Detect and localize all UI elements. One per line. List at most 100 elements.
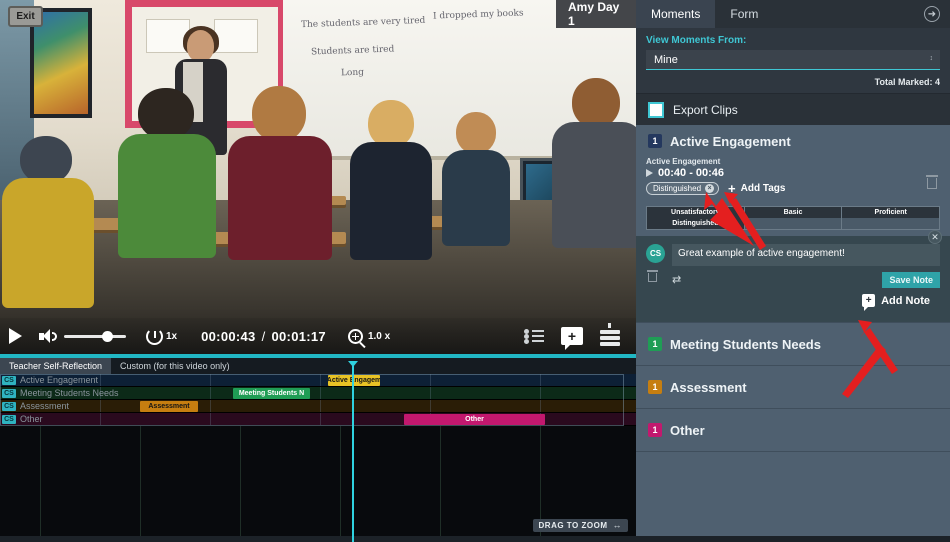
- section-header-active-engagement[interactable]: 1 Active Engagement: [636, 125, 950, 157]
- player-controls: 1x 00:00:43 / 00:01:17 1.0 x +: [0, 318, 636, 354]
- zoom-in-icon: [347, 328, 366, 348]
- zoom-control[interactable]: 1.0 x: [347, 328, 391, 348]
- zoom-level-label: 1.0 x: [367, 330, 391, 342]
- view-moments-from-value: Mine: [654, 53, 678, 66]
- moment-category: Active Engagement: [646, 157, 721, 166]
- moments-panel: Moments Form ➜ View Moments From: Mine ↕…: [636, 0, 950, 536]
- moment-time-row: 00:40 - 00:46: [646, 167, 940, 179]
- section-count-badge: 1: [648, 337, 662, 351]
- timeline-tabs: Teacher Self-Reflection Custom (for this…: [0, 358, 636, 374]
- chevron-updown-icon: ↕: [929, 55, 934, 63]
- timeline-clip[interactable]: Other: [404, 414, 545, 425]
- section-header-other[interactable]: 1 Other: [636, 409, 950, 451]
- section-header-meeting-students-needs[interactable]: 1 Meeting Students Needs: [636, 323, 950, 365]
- moment-time-range: 00:40 - 00:46: [658, 167, 725, 179]
- add-tags-button[interactable]: + Add Tags: [728, 182, 785, 195]
- close-note-icon[interactable]: ✕: [928, 230, 942, 244]
- tab-form[interactable]: Form: [715, 0, 773, 28]
- section-count-badge: 1: [648, 380, 662, 394]
- timeline-clip[interactable]: Active Engagem: [328, 375, 380, 386]
- panel-tabs: Moments Form ➜: [636, 0, 950, 28]
- time-separator: /: [261, 328, 266, 344]
- collapse-panel-icon[interactable]: ➜: [924, 6, 940, 22]
- tracks-layers-icon[interactable]: [600, 323, 620, 346]
- export-clips-row[interactable]: Export Clips: [636, 93, 950, 125]
- moment-tag-row: Distinguished × + Add Tags: [646, 182, 940, 195]
- drag-arrows-icon: ↔: [612, 520, 622, 530]
- drag-to-zoom-button[interactable]: DRAG TO ZOOM ↔: [532, 519, 628, 532]
- timeline-gridline: [430, 374, 431, 386]
- whiteboard-line: The students are very tired: [300, 15, 426, 31]
- add-tags-label: Add Tags: [740, 183, 786, 194]
- play-button[interactable]: [0, 328, 22, 344]
- section-header-assessment[interactable]: 1 Assessment: [636, 366, 950, 408]
- timeline-row[interactable]: CS Other Other: [0, 413, 636, 426]
- playback-speed-control[interactable]: 1x: [146, 327, 178, 345]
- section-other: 1 Other: [636, 409, 950, 452]
- add-note-button[interactable]: + Add Note: [646, 288, 940, 314]
- playback-speed-label: 1x: [166, 330, 178, 342]
- whiteboard-line: Long: [340, 67, 365, 79]
- section-title: Other: [670, 422, 705, 438]
- timeline-tab-teacher-self-reflection[interactable]: Teacher Self-Reflection: [0, 358, 112, 374]
- volume-knob[interactable]: [102, 330, 113, 342]
- delete-note-icon[interactable]: [647, 270, 658, 282]
- export-clips-label: Export Clips: [673, 102, 738, 117]
- volume-icon[interactable]: [22, 328, 57, 344]
- timeline-row-label: Meeting Students Needs: [20, 388, 119, 398]
- player-right-controls: +: [524, 323, 636, 350]
- timeline-row[interactable]: CS Active Engagement Active Engagem: [0, 374, 636, 387]
- rubric-cell-unsatisfactory[interactable]: Unsatisfactory: [647, 207, 745, 218]
- video-annotation-app: The students are very tired I dropped my…: [0, 0, 950, 542]
- timeline-zoom-strip[interactable]: DRAG TO ZOOM ↔: [0, 426, 636, 536]
- volume-slider[interactable]: [64, 330, 126, 342]
- note-panel: ✕ CS Great example of active engagement!…: [636, 230, 950, 322]
- timeline-row-label: Active Engagement: [20, 375, 99, 385]
- section-active-engagement: 1 Active Engagement Active Engagement 00…: [636, 125, 950, 323]
- section-title: Meeting Students Needs: [670, 336, 821, 352]
- delete-moment-icon[interactable]: [926, 175, 938, 189]
- section-count-badge: 1: [648, 134, 662, 148]
- timeline-row[interactable]: CS Meeting Students Needs Meeting Students…: [0, 387, 636, 400]
- section-meeting-students-needs: 1 Meeting Students Needs: [636, 323, 950, 366]
- timeline-gridline: [100, 400, 101, 412]
- rubric-cell-basic[interactable]: Basic: [744, 207, 843, 218]
- timeline-row[interactable]: CS Assessment Assessment: [0, 400, 636, 413]
- add-comment-icon[interactable]: +: [561, 327, 583, 350]
- tag-chip-distinguished[interactable]: Distinguished ×: [646, 182, 720, 195]
- current-time: 00:00:43: [201, 328, 256, 344]
- timeline-rows: CS Active Engagement Active Engagem CS Meeti…: [0, 374, 636, 426]
- timeline-gridline: [210, 387, 211, 399]
- timeline-tab-custom[interactable]: Custom (for this video only): [111, 358, 239, 374]
- tag-remove-icon[interactable]: ×: [705, 184, 715, 193]
- timeline-gridline: [430, 400, 431, 412]
- tag-chip-label: Distinguished: [653, 184, 702, 193]
- exit-button[interactable]: Exit: [8, 6, 43, 27]
- rubric-cell-proficient[interactable]: Proficient: [842, 207, 940, 218]
- save-note-button[interactable]: Save Note: [882, 272, 940, 288]
- timeline-gridline: [320, 400, 321, 412]
- swap-note-icon[interactable]: ⇄: [672, 274, 681, 286]
- timeline: Teacher Self-Reflection Custom (for this…: [0, 354, 636, 542]
- add-note-icon: +: [862, 294, 876, 311]
- note-row: CS Great example of active engagement!: [646, 244, 940, 266]
- drag-to-zoom-label: DRAG TO ZOOM: [538, 521, 608, 530]
- export-clips-checkbox[interactable]: [648, 101, 664, 118]
- view-moments-from-select[interactable]: Mine ↕: [646, 50, 940, 70]
- speed-gauge-icon: [146, 327, 163, 345]
- timeline-playhead[interactable]: [348, 361, 358, 542]
- rubric-row: Distinguished: [647, 218, 940, 229]
- moment-play-icon[interactable]: [646, 169, 653, 177]
- timeline-clip[interactable]: Meeting Students N: [233, 388, 310, 399]
- note-text-input[interactable]: Great example of active engagement!: [672, 244, 940, 266]
- video-canvas[interactable]: The students are very tired I dropped my…: [0, 0, 636, 354]
- total-marked-label: Total Marked: 4: [636, 74, 950, 93]
- whiteboard-line: I dropped my books: [432, 8, 524, 22]
- playlist-icon[interactable]: [524, 328, 544, 344]
- rubric-cell-distinguished[interactable]: Distinguished: [647, 218, 745, 229]
- timeline-gridline: [540, 374, 541, 386]
- timeline-gridline: [210, 413, 211, 425]
- timeline-gridline: [100, 374, 101, 386]
- tab-moments[interactable]: Moments: [636, 0, 716, 28]
- timeline-clip[interactable]: Assessment: [140, 401, 198, 412]
